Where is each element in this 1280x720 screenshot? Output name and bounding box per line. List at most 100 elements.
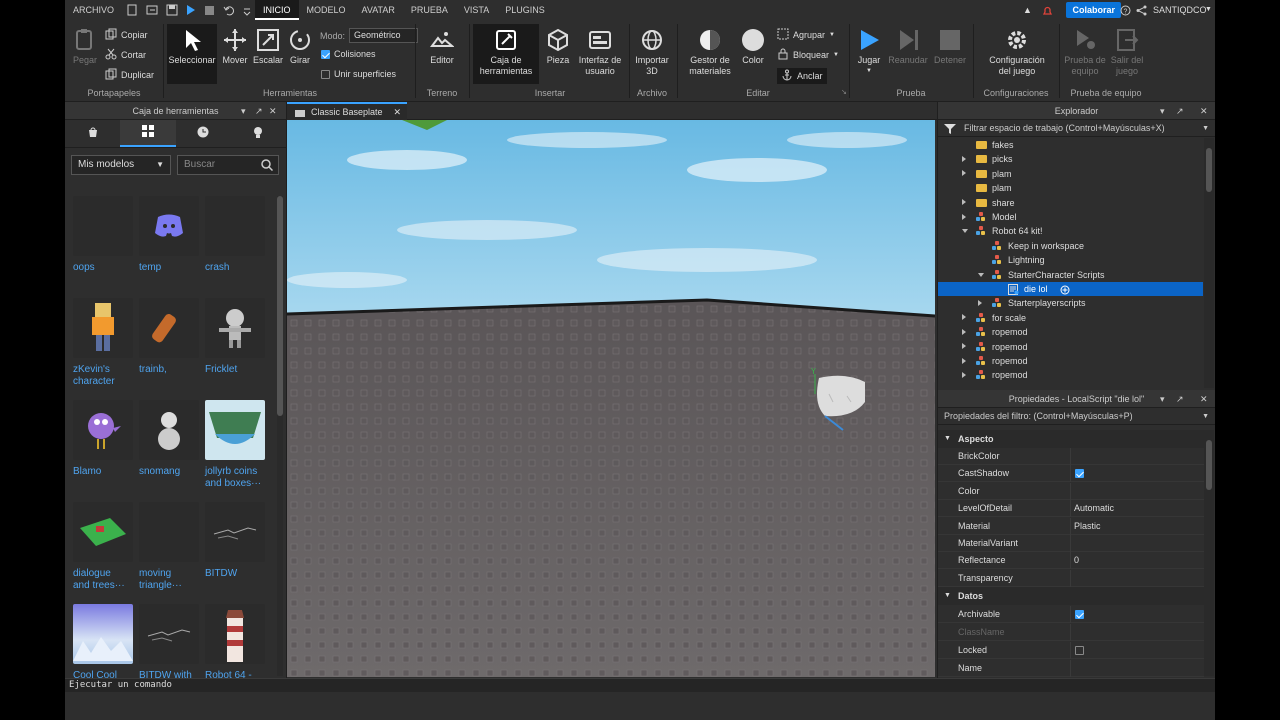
- expand-arrow-icon[interactable]: [962, 371, 966, 378]
- property-value[interactable]: Plastic: [1074, 518, 1101, 535]
- exit-game-button[interactable]: Salir del juego: [1109, 24, 1145, 77]
- join-surfaces-toggle[interactable]: Unir superficies: [321, 69, 396, 79]
- asset-card[interactable]: moving triangle···: [139, 502, 203, 592]
- property-row[interactable]: Material Plastic: [938, 517, 1204, 535]
- property-row[interactable]: Locked: [938, 642, 1204, 659]
- close-icon[interactable]: ✕: [1200, 390, 1208, 408]
- user-menu[interactable]: SANTIQDCO: [1153, 0, 1207, 20]
- group-chevron-icon[interactable]: ▼: [829, 32, 835, 38]
- category-dropdown[interactable]: Mis modelos ▼: [71, 155, 171, 175]
- mode-dropdown[interactable]: Geométrico: [349, 28, 418, 43]
- asset-card[interactable]: Fricklet: [205, 298, 269, 376]
- explorer-item[interactable]: Keep in workspace: [938, 239, 1203, 253]
- asset-card[interactable]: BITDW with: [139, 604, 203, 682]
- copy-button[interactable]: Copiar: [105, 28, 148, 42]
- close-icon[interactable]: ✕: [269, 102, 277, 120]
- terrain-editor-button[interactable]: Editor: [423, 24, 461, 66]
- property-row[interactable]: LevelOfDetail Automatic: [938, 500, 1204, 518]
- property-row[interactable]: Transparency: [938, 569, 1204, 587]
- file-menu[interactable]: ARCHIVO: [65, 0, 122, 20]
- asset-card[interactable]: oops: [73, 196, 137, 274]
- tab-prueba[interactable]: PRUEBA: [403, 0, 456, 20]
- expand-arrow-icon[interactable]: [962, 357, 966, 364]
- explorer-filter[interactable]: Filtrar espacio de trabajo (Control+Mayú…: [938, 120, 1215, 137]
- expand-arrow-icon[interactable]: [962, 170, 966, 177]
- explorer-item[interactable]: Lightning: [938, 253, 1203, 267]
- stop-button[interactable]: Detener: [931, 24, 969, 66]
- explorer-item[interactable]: ropemod: [938, 354, 1203, 368]
- asset-card[interactable]: trainb,: [139, 298, 203, 376]
- property-row[interactable]: Name: [938, 660, 1204, 677]
- explorer-item[interactable]: Robot 64 kit!: [938, 224, 1203, 238]
- property-row[interactable]: BrickColor: [938, 448, 1204, 465]
- tab-marketplace[interactable]: [65, 120, 120, 147]
- explorer-item[interactable]: plam: [938, 167, 1203, 181]
- asset-card[interactable]: dialogue and trees···: [73, 502, 137, 592]
- select-tool-button[interactable]: Seleccionar: [167, 24, 217, 84]
- property-row[interactable]: Color: [938, 482, 1204, 500]
- play-button[interactable]: Jugar ▼: [853, 24, 885, 77]
- material-manager-button[interactable]: Gestor de materiales: [685, 24, 735, 77]
- 3d-viewport[interactable]: Y: [287, 120, 935, 677]
- chevron-down-icon[interactable]: ▼: [1202, 120, 1209, 137]
- property-row[interactable]: Reflectance 0: [938, 552, 1204, 570]
- properties-filter[interactable]: Propiedades del filtro: (Control+Mayúscu…: [938, 408, 1215, 425]
- tab-recent[interactable]: [176, 120, 231, 147]
- property-value[interactable]: 0: [1074, 552, 1079, 569]
- expand-arrow-icon[interactable]: [962, 314, 966, 321]
- scroll-thumb[interactable]: [1206, 440, 1212, 490]
- lock-button[interactable]: Bloquear ▼: [777, 48, 839, 62]
- undo-icon[interactable]: [223, 4, 235, 16]
- ui-button[interactable]: Interfaz de usuario: [575, 24, 625, 77]
- close-tab-icon[interactable]: ✕: [393, 104, 401, 120]
- rotate-tool-button[interactable]: Girar: [285, 24, 315, 66]
- help-icon[interactable]: ?: [1120, 0, 1131, 20]
- search-icon[interactable]: [261, 159, 274, 178]
- property-value[interactable]: Automatic: [1074, 500, 1114, 517]
- scale-tool-button[interactable]: Escalar: [252, 24, 284, 66]
- panel-dropdown-icon[interactable]: ▾: [1160, 390, 1165, 408]
- save-icon[interactable]: [166, 4, 178, 16]
- tab-plugins[interactable]: PLUGINS: [497, 0, 553, 20]
- category-aspecto[interactable]: ▼ Aspecto: [938, 430, 1204, 448]
- tab-vista[interactable]: VISTA: [456, 0, 497, 20]
- collisions-toggle[interactable]: Colisiones: [321, 49, 376, 59]
- collapse-arrow-icon[interactable]: [962, 229, 968, 234]
- property-checkbox[interactable]: [1075, 610, 1084, 619]
- explorer-scrollbar[interactable]: [1204, 138, 1214, 388]
- properties-scrollbar[interactable]: [1204, 430, 1214, 676]
- explorer-item[interactable]: die lol: [938, 282, 1203, 296]
- color-button[interactable]: Color: [737, 24, 769, 66]
- undock-icon[interactable]: ↗: [1176, 102, 1184, 120]
- toolbox-scrollbar[interactable]: [277, 196, 283, 676]
- duplicate-button[interactable]: Duplicar: [105, 68, 154, 82]
- explorer-item[interactable]: ropemod: [938, 340, 1203, 354]
- asset-card[interactable]: jollyrb coins and boxes···: [205, 400, 269, 490]
- mode-selector[interactable]: Modo: Geométrico: [320, 28, 418, 43]
- tab-avatar[interactable]: AVATAR: [354, 0, 403, 20]
- collaborate-button[interactable]: Colaborar: [1066, 2, 1121, 18]
- editar-expand-icon[interactable]: ↘: [841, 88, 847, 96]
- expand-arrow-icon[interactable]: [962, 343, 966, 350]
- asset-card[interactable]: Robot 64 -: [205, 604, 269, 682]
- chevron-down-icon[interactable]: ▼: [1202, 408, 1209, 425]
- move-tool-button[interactable]: Mover: [219, 24, 251, 66]
- customize-icon[interactable]: [243, 4, 251, 16]
- paste-button[interactable]: Pegar: [69, 24, 101, 66]
- property-row[interactable]: MaterialVariant: [938, 535, 1204, 552]
- asset-card[interactable]: temp: [139, 196, 203, 274]
- quick-play-icon[interactable]: [187, 5, 196, 15]
- panel-dropdown-icon[interactable]: ▾: [1160, 102, 1165, 120]
- collapse-ribbon-icon[interactable]: ▲: [1023, 0, 1032, 20]
- close-icon[interactable]: ✕: [1200, 102, 1208, 120]
- command-bar[interactable]: Ejecutar un comando: [65, 678, 1215, 692]
- group-button[interactable]: Agrupar ▼: [777, 28, 835, 42]
- notifications-icon[interactable]: [1042, 0, 1053, 20]
- explorer-item[interactable]: fakes: [938, 138, 1203, 152]
- tab-modelo[interactable]: MODELO: [299, 0, 354, 20]
- open-file-icon[interactable]: [146, 4, 158, 16]
- asset-card[interactable]: BITDW: [205, 502, 269, 580]
- property-row[interactable]: CastShadow: [938, 465, 1204, 483]
- panel-dropdown-icon[interactable]: ▾: [241, 102, 246, 120]
- undock-icon[interactable]: ↗: [255, 102, 263, 120]
